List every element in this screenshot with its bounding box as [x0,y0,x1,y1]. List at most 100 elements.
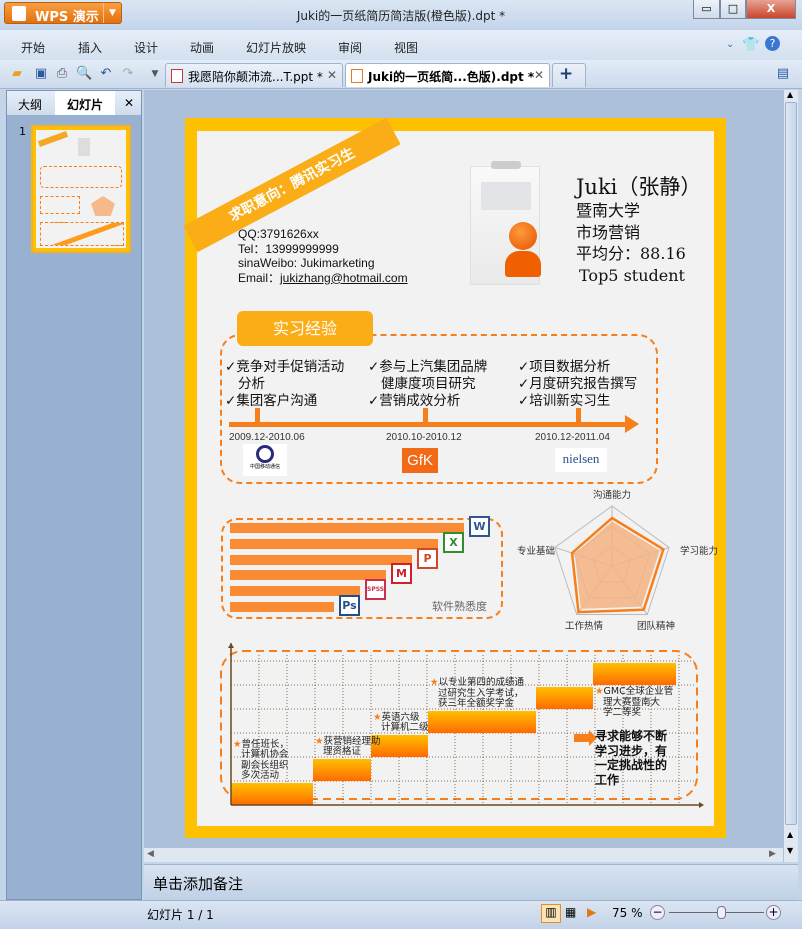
goal-line: 寻求能够不断 [595,729,668,743]
close-button[interactable]: X [746,0,796,19]
doc-tab-ppt[interactable]: 我愿陪你颠沛流...T.ppt * ✕ [165,63,343,87]
tab-slides[interactable]: 幻灯片 [55,91,116,115]
maximize-button[interactable]: □ [720,0,746,19]
horizontal-scrollbar[interactable]: ◀ ▶ [144,848,783,862]
achievement-text: 学二等奖 [603,707,642,718]
normal-view-icon[interactable]: ▥ [541,904,561,923]
achievement-text: 理资格证 [323,746,362,757]
exp-date: 2010.12-2011.04 [535,432,610,443]
slides-panel: 大纲 幻灯片 ✕ 1 [6,90,142,900]
card-placeholder [481,182,531,210]
tab-outline[interactable]: 大纲 [18,96,42,113]
experience-item-1: ✓竞争对手促销活动 分析 ✓集团客户沟通 [225,359,344,410]
slide-counter: 幻灯片 1 / 1 [147,908,214,922]
menu-insert[interactable]: 插入 [78,39,102,56]
goal-line: 工作 [595,772,620,787]
redo-icon[interactable]: ↷ [120,66,136,82]
close-panel-icon[interactable]: ✕ [124,96,134,110]
timeline-marker [576,408,581,424]
clip-icon [491,161,521,169]
menu-design[interactable]: 设计 [134,39,158,56]
minimize-button[interactable]: ▭ [693,0,720,19]
menu-animation[interactable]: 动画 [190,39,214,56]
notes-pane[interactable]: 单击添加备注 [144,864,798,900]
undo-icon[interactable]: ↶ [98,66,114,82]
zoom-slider-thumb[interactable] [717,906,727,919]
exp-line: 健康度项目研究 [381,376,476,392]
menu-review[interactable]: 审阅 [338,39,362,56]
menu-slideshow[interactable]: 幻灯片放映 [246,39,306,56]
exp-line: ✓营销成效分析 [368,393,461,409]
menu-view[interactable]: 视图 [394,39,418,56]
skin-icon[interactable]: 👕 [742,37,759,53]
radar-axis-label: 专业基础 [517,545,555,557]
close-tab-icon[interactable]: ✕ [534,68,544,82]
goal-line: 学习进步，有 [595,743,668,758]
email-label: Email： [238,270,281,285]
print-preview-icon[interactable]: 🔍 [76,66,92,82]
achievement-text: ★以专业第四的成绩通 [430,677,525,688]
weibo: sinaWeibo: Jukimarketing [238,256,375,270]
achievement-text: 获三年全额奖学金 [438,698,515,709]
word-icon: W [469,516,490,537]
scroll-up-icon[interactable]: ▲ [787,90,793,99]
save-icon[interactable]: ▣ [33,66,49,82]
new-tab-button[interactable]: + [552,63,586,87]
panel-tabs: 大纲 幻灯片 ✕ [7,91,141,115]
scroll-thumb[interactable] [785,102,797,825]
scroll-left-icon[interactable]: ◀ [147,849,154,859]
collapse-ribbon-icon[interactable]: ⌄ [726,39,734,50]
email-link[interactable]: jukizhang@hotmail.com [280,271,408,285]
avatar-head-icon [509,222,537,250]
skills-radar-chart: 沟通能力学习能力团队精神 工作热情 专业基础 [517,489,718,632]
exp-line: ✓参与上汽集团品牌 [368,359,488,375]
radar-axis-label: 沟通能力 [593,489,631,501]
open-folder-icon[interactable]: ▰ [9,66,25,82]
slide-sorter-icon[interactable]: ▦ [565,905,576,919]
customize-toolbar-icon[interactable]: ▼ [147,66,163,82]
scroll-right-icon[interactable]: ▶ [769,849,776,859]
phone: Tel：13999999999 [238,241,339,256]
zoom-in-button[interactable]: + [766,905,781,920]
next-slide-icon[interactable]: ▼ [787,846,793,855]
zoom-level: 75 % [612,906,643,920]
prev-slide-icon[interactable]: ▲ [787,830,793,839]
experience-item-3: ✓项目数据分析 ✓月度研究报告撰写 ✓培训新实习生 [518,359,637,410]
radar-axis-label: 团队精神 [637,620,675,632]
exp-line: 分析 [238,376,265,392]
print-icon[interactable]: ⎙ [54,66,70,82]
avatar-card [470,161,541,285]
vertical-scrollbar[interactable]: ▲ ▲ ▼ [783,90,798,862]
zoom-out-button[interactable]: − [650,905,665,920]
profile-school: 暨南大学 [576,201,641,220]
slide-number: 1 [19,125,26,138]
profile-gpa: 平均分：88.16 [576,244,686,263]
excel-icon: X [443,531,464,553]
software-bar-powerpoint [230,554,412,565]
menu-home[interactable]: 开始 [21,39,45,56]
software-label: 软件熟悉度 [432,600,487,613]
close-tab-icon[interactable]: ✕ [327,68,337,82]
exp-line: ✓竞争对手促销活动 [225,359,345,375]
timeline-marker [255,408,260,424]
exp-line: ✓项目数据分析 [518,359,611,375]
china-mobile-logo: 中国移动通信 [243,444,287,476]
timeline-line [229,422,629,427]
software-bar-excel [230,538,438,549]
doc-tab-dpt[interactable]: Juki的一页纸简...色版).dpt * ✕ [345,63,550,87]
radar-axis-label: 学习能力 [680,545,718,557]
window-layout-icon[interactable]: ▤ [775,66,791,82]
mindmanager-icon: M [391,563,412,585]
photoshop-icon: Ps [339,595,360,616]
slide[interactable]: 求职意向：腾讯实习生 QQ:3791626xx Tel：13999999999 … [183,117,726,838]
timeline-marker [423,408,428,424]
radar-axis-label: 工作热情 [565,620,604,632]
exp-date: 2009.12-2010.06 [229,432,305,443]
slide-thumbnail[interactable] [31,125,131,253]
help-icon[interactable]: ? [765,36,780,51]
profile-rank: Top5 student [579,265,685,285]
software-bar-photoshop [230,602,334,612]
career-goal: 寻求能够不断 学习进步，有 一定挑战性的 工作 [595,729,667,787]
dpt-file-icon [351,69,363,83]
slideshow-icon[interactable]: ▶ [587,905,596,919]
